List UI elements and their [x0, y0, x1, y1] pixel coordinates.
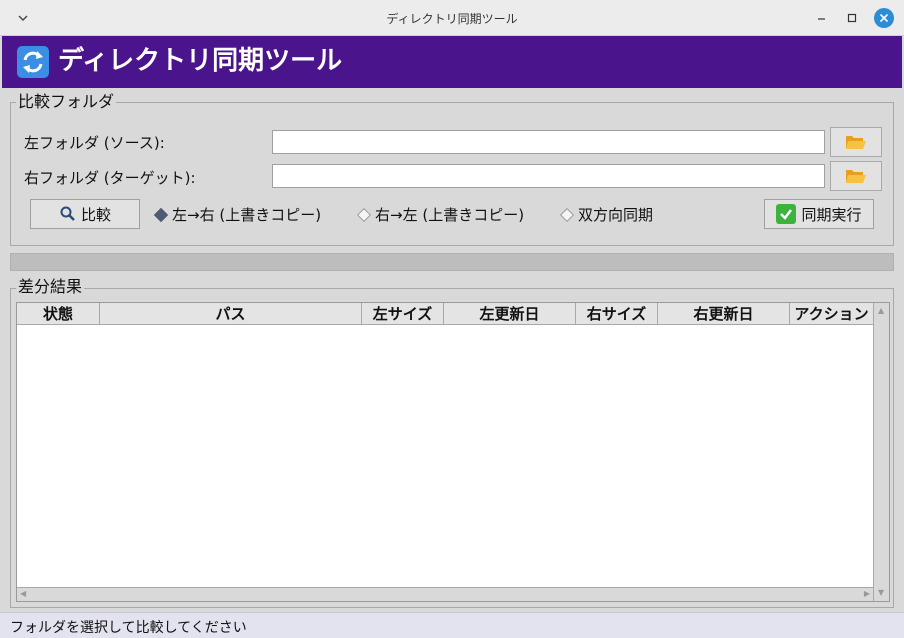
minimize-icon[interactable] — [812, 8, 832, 28]
diff-results-table[interactable]: 状態 パス 左サイズ 左更新日 右サイズ 右更新日 アクション ▲ ▼ ◀ ▶ — [16, 302, 890, 602]
compare-folders-legend: 比較フォルダ — [16, 92, 117, 111]
window-titlebar: ディレクトリ同期ツール — [0, 0, 904, 36]
left-browse-button[interactable] — [830, 127, 882, 157]
sync-arrows-icon — [17, 46, 49, 78]
mode-radio-label: 双方向同期 — [578, 206, 654, 224]
right-browse-button[interactable] — [830, 161, 882, 191]
column-header-right-modified[interactable]: 右更新日 — [658, 303, 790, 325]
app-title: ディレクトリ同期ツール — [58, 46, 343, 76]
scroll-right-icon[interactable]: ▶ — [864, 589, 870, 599]
folder-open-icon — [846, 170, 866, 183]
progress-bar — [10, 253, 894, 271]
column-header-right-size[interactable]: 右サイズ — [576, 303, 658, 325]
close-icon[interactable] — [874, 8, 894, 28]
window-title: ディレクトリ同期ツール — [386, 12, 518, 26]
sync-execute-label: 同期実行 — [801, 205, 862, 224]
status-bar: フォルダを選択して比較してください — [0, 612, 904, 638]
compare-button[interactable]: 比較 — [30, 199, 140, 229]
left-folder-label: 左フォルダ (ソース): — [24, 134, 165, 152]
table-header: 状態 パス 左サイズ 左更新日 右サイズ 右更新日 アクション — [17, 303, 873, 325]
scroll-left-icon[interactable]: ◀ — [20, 589, 26, 599]
diff-results-legend: 差分結果 — [16, 277, 85, 296]
radio-indicator — [356, 207, 372, 222]
status-text: フォルダを選択して比較してください — [10, 620, 247, 636]
vertical-scrollbar[interactable]: ▲ ▼ — [873, 303, 889, 601]
right-folder-label: 右フォルダ (ターゲット): — [24, 169, 196, 187]
radio-indicator — [559, 207, 575, 222]
mode-radio-right-to-left[interactable]: 右→左 (上書きコピー) — [356, 204, 525, 225]
scroll-down-icon[interactable]: ▼ — [878, 588, 884, 598]
column-header-path[interactable]: パス — [100, 303, 362, 325]
column-header-left-size[interactable]: 左サイズ — [362, 303, 444, 325]
folder-open-icon — [846, 136, 866, 149]
mode-radio-bidirectional[interactable]: 双方向同期 — [559, 204, 654, 225]
right-folder-input[interactable] — [272, 164, 825, 188]
maximize-icon[interactable] — [842, 8, 862, 28]
column-header-status[interactable]: 状態 — [17, 303, 100, 325]
column-header-left-modified[interactable]: 左更新日 — [444, 303, 576, 325]
column-header-action[interactable]: アクション — [790, 303, 873, 325]
mode-radio-label: 左→右 (上書きコピー) — [172, 206, 322, 224]
scroll-up-icon[interactable]: ▲ — [878, 306, 884, 316]
compare-button-label: 比較 — [80, 205, 111, 224]
sync-execute-button[interactable]: 同期実行 — [764, 199, 874, 229]
horizontal-scrollbar[interactable]: ◀ ▶ — [17, 587, 873, 601]
app-header: ディレクトリ同期ツール — [2, 36, 902, 88]
check-mark-icon — [776, 204, 797, 224]
radio-indicator — [153, 207, 169, 222]
mode-radio-label: 右→左 (上書きコピー) — [375, 206, 525, 224]
magnifier-icon — [60, 206, 75, 221]
left-folder-input[interactable] — [272, 130, 825, 154]
mode-radio-left-to-right[interactable]: 左→右 (上書きコピー) — [153, 204, 322, 225]
